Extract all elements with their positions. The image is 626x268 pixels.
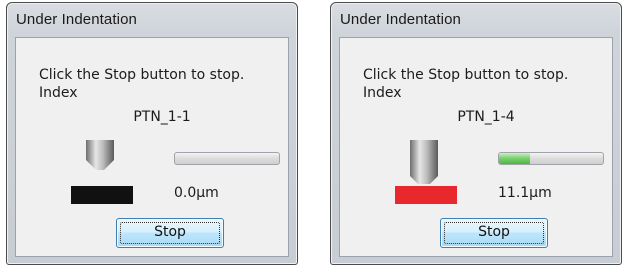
stop-instruction-text: Click the Stop button to stop. bbox=[363, 67, 569, 83]
progress-fill bbox=[499, 153, 531, 164]
dialog-client-area: Click the Stop button to stop. Index PTN… bbox=[15, 37, 289, 257]
pattern-id: PTN_1-1 bbox=[133, 109, 191, 125]
dialog-client-area: Click the Stop button to stop. Index PTN… bbox=[339, 37, 613, 257]
depth-readout: 11.1µm bbox=[498, 185, 552, 201]
stop-button-label: Stop bbox=[154, 224, 186, 240]
sample-block bbox=[395, 186, 457, 204]
indentation-progress-bar bbox=[498, 152, 604, 165]
under-indentation-dialog-right: Under Indentation Click the Stop button … bbox=[330, 2, 622, 265]
stop-button[interactable]: Stop bbox=[440, 218, 548, 248]
indenter-icon bbox=[80, 138, 120, 184]
index-label: Index bbox=[363, 85, 402, 101]
stop-instruction-text: Click the Stop button to stop. bbox=[39, 67, 245, 83]
dialog-title: Under Indentation bbox=[340, 11, 461, 28]
index-label: Index bbox=[39, 85, 78, 101]
sample-block bbox=[71, 186, 133, 204]
dialog-titlebar[interactable]: Under Indentation bbox=[331, 3, 621, 37]
dialog-titlebar[interactable]: Under Indentation bbox=[7, 3, 297, 37]
stop-button[interactable]: Stop bbox=[116, 218, 224, 248]
depth-readout: 0.0µm bbox=[174, 185, 219, 201]
stop-button-label: Stop bbox=[478, 224, 510, 240]
indentation-progress-bar bbox=[174, 152, 280, 165]
under-indentation-dialog-left: Under Indentation Click the Stop button … bbox=[6, 2, 298, 265]
indenter-icon bbox=[404, 138, 444, 184]
pattern-id: PTN_1-4 bbox=[457, 109, 515, 125]
dialog-title: Under Indentation bbox=[16, 11, 137, 28]
